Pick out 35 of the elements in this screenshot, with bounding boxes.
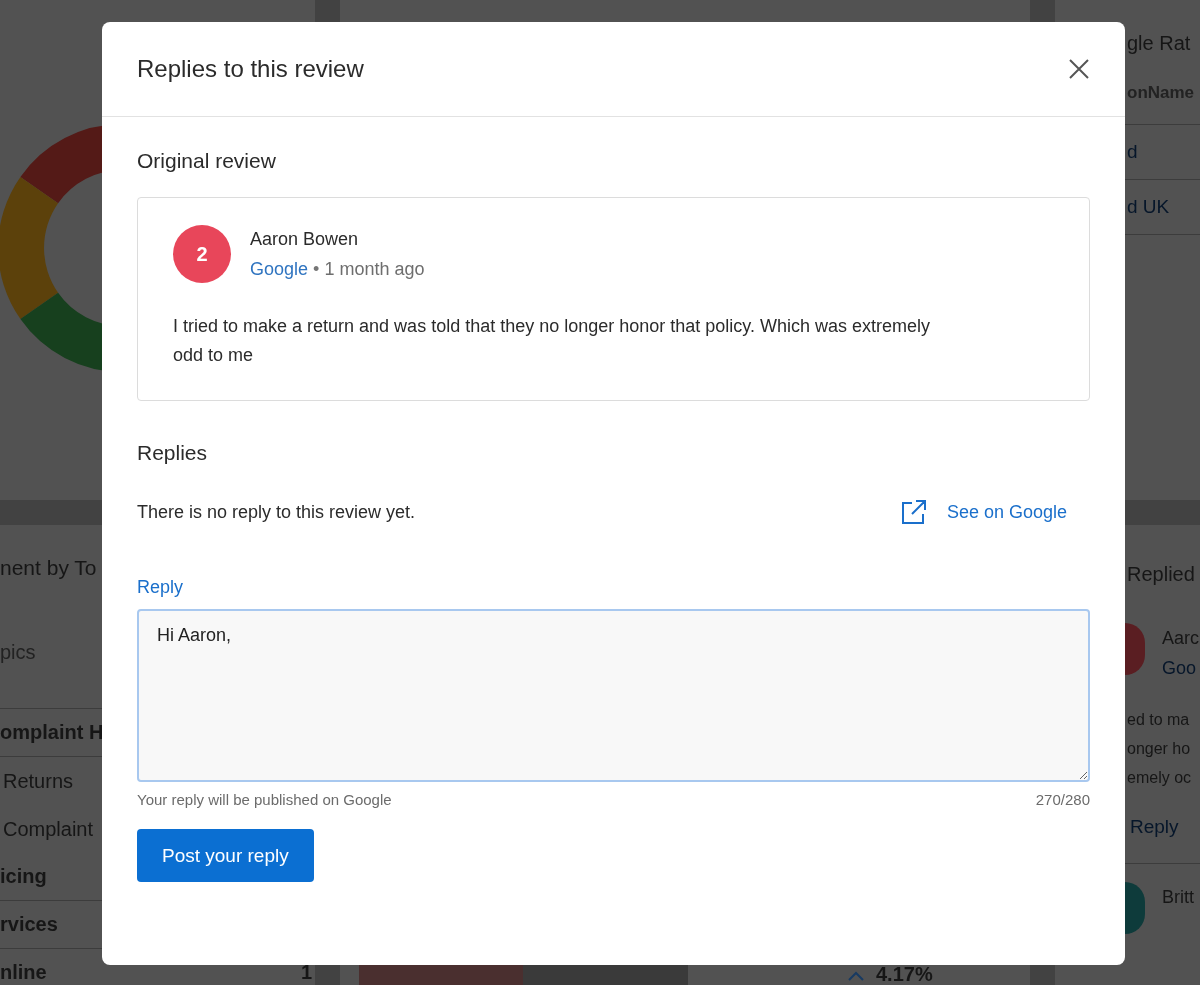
change-percentage: 4.17% [876, 963, 933, 985]
source-link[interactable]: Google [250, 259, 309, 279]
see-on-google-link[interactable]: See on Google [900, 499, 1067, 525]
empty-message: There is no reply to this review yet. [137, 501, 416, 523]
panel-title: gle Rat [1127, 31, 1192, 56]
topic-label: Complaint [3, 817, 94, 841]
external-link-icon [900, 499, 927, 525]
topic-label: Returns [3, 769, 74, 793]
topic-label: icing [0, 865, 47, 888]
post-reply-button[interactable]: Post your reply [137, 829, 314, 882]
character-counter: 270/280 [1035, 791, 1090, 808]
review-text-line: ed to ma [1127, 710, 1190, 730]
review-text: I tried to make a return and was told that they no longer honor that policy. Which was extremely odd to me [173, 315, 932, 367]
reply-input-field[interactable]: Hi Aaron, [137, 609, 1090, 782]
topic-label: nline [0, 961, 47, 984]
helper-text: Your reply will be published on Google [137, 791, 392, 808]
panel-title: nent by To [0, 555, 98, 581]
topic-count: 1 [300, 961, 313, 984]
topic-label: omplaint H [0, 721, 104, 744]
review-age: 1 month ago [324, 259, 425, 279]
panel-title: Replied [1126, 562, 1196, 587]
review-text-line: onger ho [1127, 739, 1191, 759]
reviewer-name: Aarc [1162, 628, 1199, 648]
reviewer-name: Britt [1162, 887, 1194, 907]
review-text-line: emely oc [1127, 768, 1192, 788]
dialog-title: Replies to this review [137, 55, 364, 83]
separator-dot: • [313, 259, 320, 279]
section-heading: Replies [137, 440, 209, 466]
reviewer-name: Aaron Bowen [250, 228, 360, 251]
section-heading: Original review [137, 148, 277, 174]
rating-badge: 2 [173, 225, 231, 283]
close-icon[interactable] [1069, 59, 1089, 79]
up-caret-icon [848, 971, 864, 981]
topic-label: rvices [0, 913, 58, 936]
field-label: Reply [137, 576, 185, 599]
